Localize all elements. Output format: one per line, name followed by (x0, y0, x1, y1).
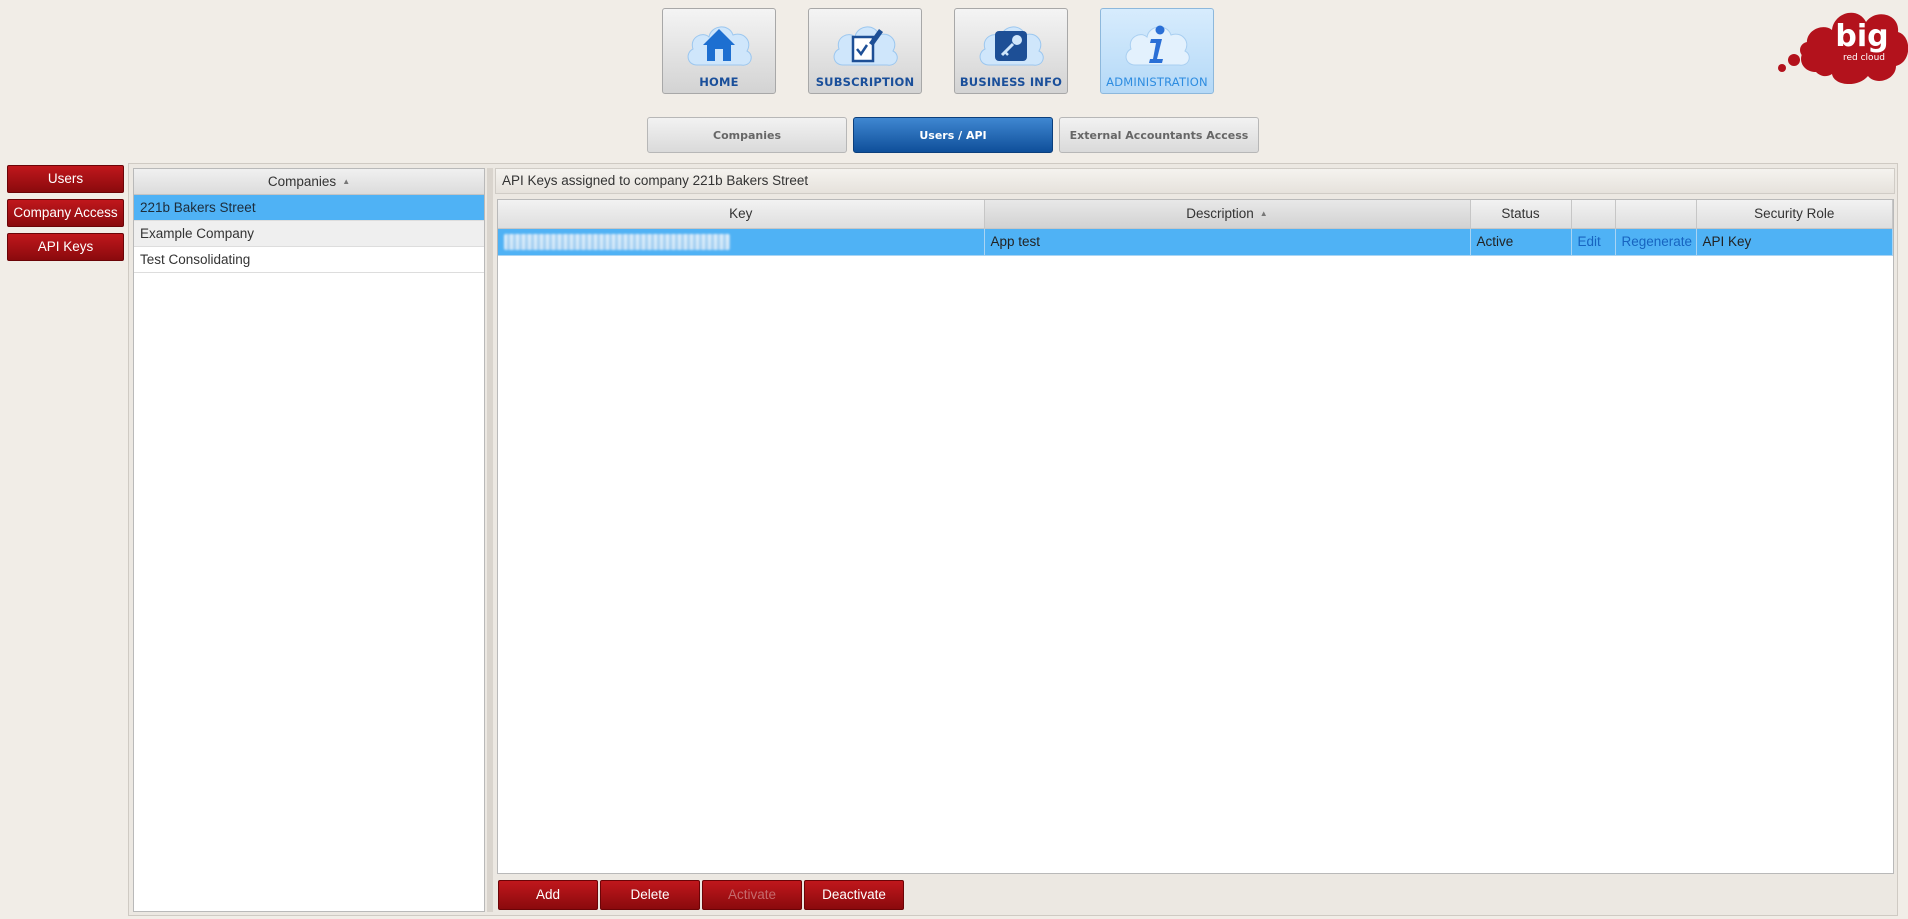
edit-link[interactable]: Edit (1578, 234, 1601, 249)
side-nav-company-access-button[interactable]: Company Access (7, 199, 124, 227)
masked-api-key (504, 233, 730, 250)
nav-tile-subscription[interactable]: SUBSCRIPTION (808, 8, 922, 94)
info-icon (1121, 17, 1193, 73)
main-nav: HOME SUBSCRIPTION BUSINESS INFO ADMINIST… (662, 8, 1214, 94)
big-red-cloud-logo: big red cloud (1772, 2, 1908, 90)
company-row[interactable]: Test Consolidating (134, 247, 484, 273)
column-header-status[interactable]: Status (1470, 200, 1572, 229)
nav-tile-administration[interactable]: ADMINISTRATION (1100, 8, 1214, 94)
company-row[interactable]: 221b Bakers Street (134, 195, 484, 221)
sort-ascending-icon: ▲ (342, 177, 351, 186)
regenerate-cell: Regenerate (1615, 228, 1697, 256)
nav-tile-business-info[interactable]: BUSINESS INFO (954, 8, 1068, 94)
api-key-cell (498, 228, 985, 256)
column-header-key[interactable]: Key (498, 200, 985, 229)
key-icon (975, 17, 1047, 73)
home-icon (683, 17, 755, 73)
nav-tile-label: ADMINISTRATION (1106, 75, 1208, 89)
api-keys-panel: API Keys assigned to company 221b Bakers… (495, 168, 1895, 912)
companies-panel: Companies ▲ 221b Bakers Street Example Co… (133, 168, 485, 912)
delete-button[interactable]: Delete (600, 880, 700, 910)
deactivate-button[interactable]: Deactivate (804, 880, 904, 910)
column-header-description[interactable]: Description ▲ (984, 200, 1471, 229)
logo-text-sub: red cloud (1843, 53, 1885, 63)
companies-header-label: Companies (267, 174, 337, 189)
nav-tile-label: HOME (699, 75, 739, 89)
add-button[interactable]: Add (498, 880, 598, 910)
side-nav-api-keys-button[interactable]: API Keys (7, 233, 124, 261)
company-row[interactable]: Example Company (134, 221, 484, 247)
edit-cell: Edit (1571, 228, 1616, 256)
nav-tile-label: BUSINESS INFO (959, 75, 1063, 89)
column-header-edit (1571, 200, 1616, 229)
column-header-regenerate (1615, 200, 1697, 229)
side-nav: Users Company Access API Keys (7, 165, 124, 261)
tab-external-accountants-access[interactable]: External Accountants Access (1059, 117, 1259, 153)
edit-document-icon (829, 17, 901, 73)
logo-text-main: big (1835, 19, 1888, 54)
api-key-actions: Add Delete Activate Deactivate (498, 880, 904, 910)
table-row[interactable]: App test Active Edit Regenerate API Key (498, 228, 1893, 256)
regenerate-link[interactable]: Regenerate (1622, 234, 1693, 249)
api-keys-grid: Key Description ▲ Status Security Role Ap… (497, 199, 1894, 874)
companies-column-header[interactable]: Companies ▲ (134, 169, 484, 195)
main-content: Companies ▲ 221b Bakers Street Example Co… (128, 163, 1898, 916)
side-nav-users-button[interactable]: Users (7, 165, 124, 193)
column-header-security-role[interactable]: Security Role (1696, 200, 1893, 229)
activate-button[interactable]: Activate (702, 880, 802, 910)
panel-splitter[interactable] (487, 168, 493, 912)
tab-companies[interactable]: Companies (647, 117, 847, 153)
nav-tile-home[interactable]: HOME (662, 8, 776, 94)
tab-users-api[interactable]: Users / API (853, 117, 1053, 153)
column-header-description-label: Description (1186, 206, 1254, 222)
security-role-cell: API Key (1696, 228, 1893, 256)
status-cell: Active (1470, 228, 1572, 256)
description-cell: App test (984, 228, 1471, 256)
sort-ascending-icon: ▲ (1259, 209, 1268, 219)
admin-sub-tabs: Companies Users / API External Accountan… (647, 117, 1259, 153)
api-keys-title: API Keys assigned to company 221b Bakers… (495, 168, 1895, 194)
nav-tile-label: SUBSCRIPTION (815, 75, 915, 89)
